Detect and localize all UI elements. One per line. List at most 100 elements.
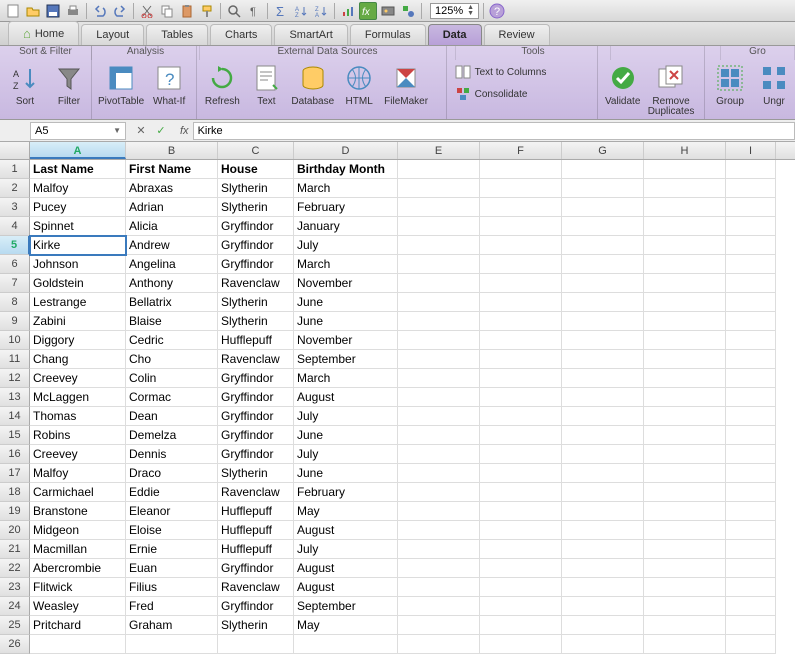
- name-box[interactable]: A5 ▼: [30, 122, 126, 140]
- cell[interactable]: Fred: [126, 597, 218, 616]
- row-header[interactable]: 5: [0, 236, 30, 255]
- cell[interactable]: Gryffindor: [218, 597, 294, 616]
- cell[interactable]: [480, 426, 562, 445]
- cell[interactable]: Slytherin: [218, 179, 294, 198]
- format-painter-icon[interactable]: [198, 2, 216, 20]
- column-header[interactable]: F: [480, 142, 562, 159]
- row-header[interactable]: 1: [0, 160, 30, 179]
- cell[interactable]: [398, 597, 480, 616]
- enter-icon[interactable]: ✓: [154, 124, 168, 137]
- row-header[interactable]: 3: [0, 198, 30, 217]
- cell[interactable]: [644, 369, 726, 388]
- cell[interactable]: July: [294, 407, 398, 426]
- cell[interactable]: Dennis: [126, 445, 218, 464]
- cell[interactable]: [480, 236, 562, 255]
- cell[interactable]: Gryffindor: [218, 407, 294, 426]
- cell[interactable]: [726, 445, 776, 464]
- help-icon[interactable]: ?: [488, 2, 506, 20]
- column-header[interactable]: D: [294, 142, 398, 159]
- cell[interactable]: Gryffindor: [218, 369, 294, 388]
- cell[interactable]: Ernie: [126, 540, 218, 559]
- html-button[interactable]: HTML: [340, 62, 378, 107]
- cell[interactable]: [398, 160, 480, 179]
- cell[interactable]: May: [294, 502, 398, 521]
- cell[interactable]: Weasley: [30, 597, 126, 616]
- cell[interactable]: June: [294, 464, 398, 483]
- row-header[interactable]: 24: [0, 597, 30, 616]
- cell[interactable]: Slytherin: [218, 312, 294, 331]
- cell[interactable]: Creevey: [30, 445, 126, 464]
- cell[interactable]: [562, 312, 644, 331]
- sort-desc-icon[interactable]: ZA: [312, 2, 330, 20]
- cell[interactable]: Hufflepuff: [218, 540, 294, 559]
- cell[interactable]: [644, 540, 726, 559]
- paste-icon[interactable]: [178, 2, 196, 20]
- cell[interactable]: [398, 464, 480, 483]
- cell[interactable]: [562, 179, 644, 198]
- cell[interactable]: Diggory: [30, 331, 126, 350]
- cell[interactable]: Anthony: [126, 274, 218, 293]
- cell[interactable]: [726, 274, 776, 293]
- cell[interactable]: [562, 160, 644, 179]
- new-icon[interactable]: [4, 2, 22, 20]
- cell[interactable]: [644, 312, 726, 331]
- cell[interactable]: January: [294, 217, 398, 236]
- cell[interactable]: [644, 217, 726, 236]
- row-header[interactable]: 11: [0, 350, 30, 369]
- text-to-columns-button[interactable]: Text to Columns: [453, 62, 549, 82]
- cell[interactable]: [480, 331, 562, 350]
- cell[interactable]: [398, 179, 480, 198]
- cell[interactable]: [562, 502, 644, 521]
- cell[interactable]: Gryffindor: [218, 426, 294, 445]
- cell[interactable]: [480, 578, 562, 597]
- cell[interactable]: [562, 388, 644, 407]
- column-header[interactable]: C: [218, 142, 294, 159]
- cell[interactable]: November: [294, 331, 398, 350]
- cell[interactable]: [480, 293, 562, 312]
- row-header[interactable]: 17: [0, 464, 30, 483]
- cell[interactable]: Demelza: [126, 426, 218, 445]
- cell[interactable]: House: [218, 160, 294, 179]
- ungroup-button[interactable]: Ungr: [755, 62, 793, 107]
- cell[interactable]: [726, 388, 776, 407]
- cell[interactable]: [480, 559, 562, 578]
- row-header[interactable]: 19: [0, 502, 30, 521]
- cell[interactable]: [726, 331, 776, 350]
- cell[interactable]: [726, 483, 776, 502]
- tab-smartart[interactable]: SmartArt: [274, 24, 347, 45]
- cell[interactable]: [644, 597, 726, 616]
- cell[interactable]: Eleanor: [126, 502, 218, 521]
- cell[interactable]: [480, 445, 562, 464]
- row-header[interactable]: 9: [0, 312, 30, 331]
- group-button[interactable]: Group: [711, 62, 749, 107]
- zoom-selector[interactable]: 125% ▲▼: [430, 3, 479, 19]
- cell[interactable]: [644, 426, 726, 445]
- column-header[interactable]: H: [644, 142, 726, 159]
- cell[interactable]: [726, 160, 776, 179]
- cell[interactable]: [398, 578, 480, 597]
- cell[interactable]: [726, 198, 776, 217]
- cell[interactable]: [480, 616, 562, 635]
- cell[interactable]: [398, 274, 480, 293]
- cell[interactable]: Pritchard: [30, 616, 126, 635]
- cell[interactable]: Cormac: [126, 388, 218, 407]
- remove-duplicates-button[interactable]: Remove Duplicates: [648, 62, 695, 117]
- cell[interactable]: Eloise: [126, 521, 218, 540]
- cell[interactable]: [644, 293, 726, 312]
- cell[interactable]: Gryffindor: [218, 255, 294, 274]
- fx-label[interactable]: fx: [176, 125, 193, 137]
- cell[interactable]: July: [294, 236, 398, 255]
- shapes-icon[interactable]: [399, 2, 417, 20]
- cell[interactable]: [726, 369, 776, 388]
- tab-home[interactable]: ⌂Home: [8, 21, 79, 45]
- save-icon[interactable]: [44, 2, 62, 20]
- tab-formulas[interactable]: Formulas: [350, 24, 426, 45]
- cell[interactable]: [480, 388, 562, 407]
- cell[interactable]: [480, 540, 562, 559]
- cell[interactable]: [644, 559, 726, 578]
- cell[interactable]: [398, 407, 480, 426]
- cell[interactable]: [644, 350, 726, 369]
- cell[interactable]: [726, 540, 776, 559]
- row-header[interactable]: 10: [0, 331, 30, 350]
- cell[interactable]: November: [294, 274, 398, 293]
